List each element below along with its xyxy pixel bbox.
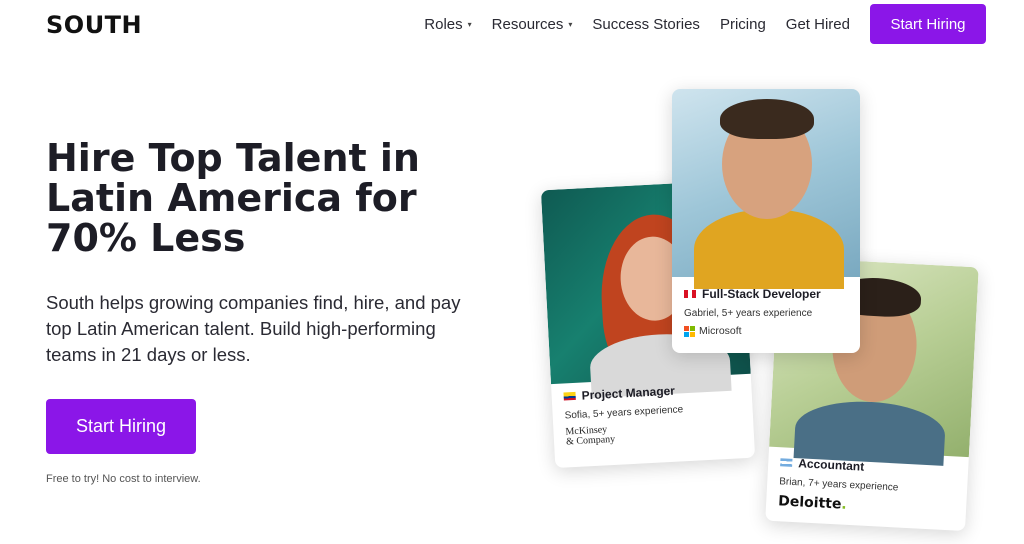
flag-icon-argentina [780, 458, 793, 467]
role-label: Full-Stack Developer [702, 287, 821, 301]
flag-icon-peru [684, 290, 696, 298]
headline-line: Latin America for [46, 176, 417, 220]
talent-info: Project Manager Sofia, 5+ years experien… [551, 380, 754, 448]
hero-headline: Hire Top Talent in Latin America for 70%… [46, 138, 486, 258]
experience-text: Gabriel, 5+ years experience [684, 308, 813, 319]
experience-text: Sofia, 5+ years experience [564, 404, 684, 422]
experience-text: Brian, 7+ years experience [778, 476, 899, 494]
talent-card-fullstack-developer: Full-Stack Developer Gabriel, 5+ years e… [672, 89, 860, 353]
hero-subtext: South helps growing companies find, hire… [46, 290, 496, 368]
role-title: Full-Stack Developer [684, 287, 848, 301]
nav-success-stories[interactable]: Success Stories [592, 16, 700, 33]
nav-get-hired-label: Get Hired [785, 15, 850, 33]
nav-success-stories-label: Success Stories [592, 15, 700, 33]
deloitte-wordmark: Deloitte [777, 493, 842, 513]
microsoft-icon [684, 325, 695, 337]
nav-get-hired[interactable]: Get Hired [786, 16, 850, 33]
subtext-line: top Latin American talent. Build high-pe… [46, 318, 436, 339]
deloitte-dot: . [840, 496, 848, 513]
headline-line: 70% Less [46, 216, 246, 260]
top-navigation: Roles ▾ Resources ▾ Success Stories Pric… [424, 4, 986, 44]
company-logo-mckinsey: McKinsey & Company [565, 418, 742, 447]
caret-down-icon: ▾ [467, 19, 472, 29]
free-trial-note: Free to try! No cost to interview. [46, 473, 201, 485]
body-shape [694, 209, 844, 289]
nav-roles[interactable]: Roles ▾ [424, 16, 471, 33]
flag-icon-colombia [563, 391, 576, 401]
company-logo-microsoft: Microsoft [684, 325, 848, 337]
nav-start-hiring-button[interactable]: Start Hiring [870, 4, 986, 44]
company-logo-deloitte: Deloitte. [778, 493, 955, 518]
subtext-line: teams in 21 days or less. [46, 344, 251, 365]
body-shape [793, 398, 947, 466]
nav-resources-label: Resources [491, 15, 564, 33]
talent-info: Accountant Brian, 7+ years experience De… [766, 455, 969, 519]
hair-shape [720, 99, 814, 139]
role-label: Accountant [797, 456, 865, 474]
talent-photo-gabriel [672, 89, 860, 289]
subtext-line: South helps growing companies find, hire… [46, 292, 461, 313]
headline-line: Hire Top Talent in [46, 136, 420, 180]
nav-roles-label: Roles [424, 15, 463, 33]
nav-resources[interactable]: Resources ▾ [492, 16, 573, 33]
nav-pricing-label: Pricing [719, 15, 766, 33]
caret-down-icon: ▾ [568, 19, 573, 29]
south-logo[interactable]: SOUTH [46, 11, 142, 39]
company-name: Microsoft [699, 325, 742, 337]
mckinsey-line: & Company [565, 433, 616, 448]
talent-info: Full-Stack Developer Gabriel, 5+ years e… [672, 287, 860, 337]
nav-pricing[interactable]: Pricing [720, 16, 766, 33]
hero-start-hiring-button[interactable]: Start Hiring [46, 399, 196, 454]
